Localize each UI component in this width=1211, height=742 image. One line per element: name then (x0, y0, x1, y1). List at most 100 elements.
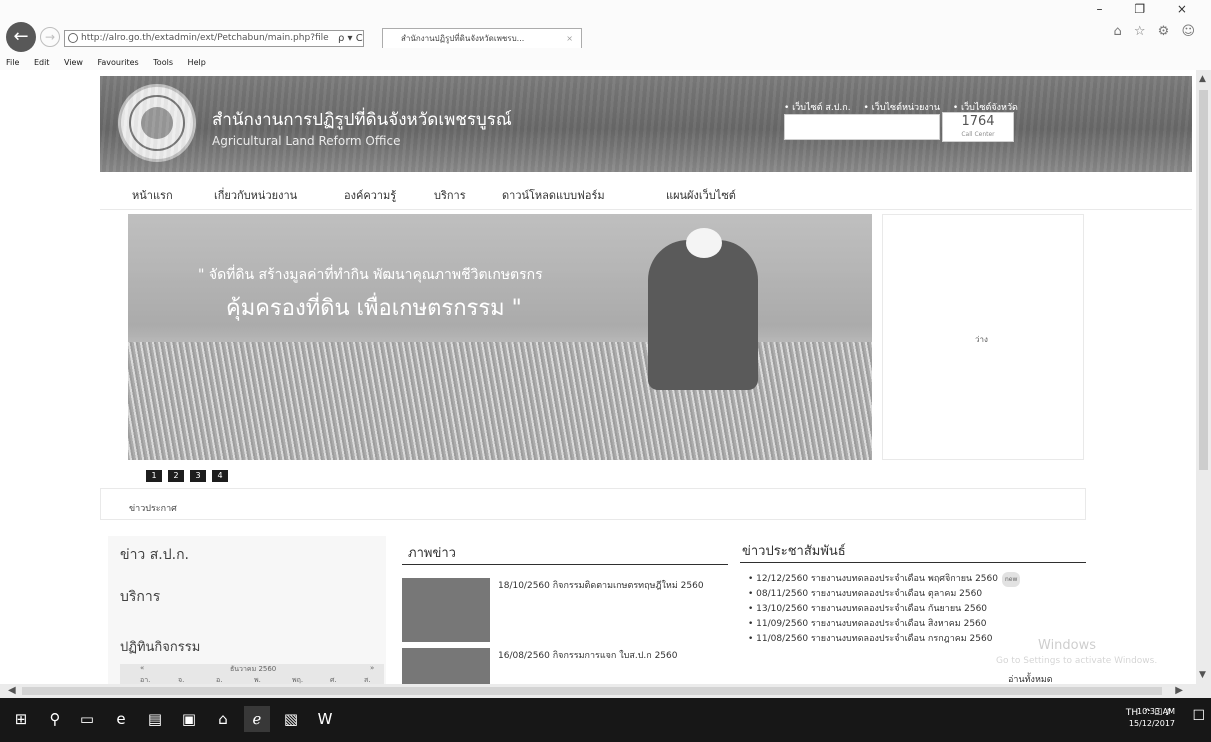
address-bar[interactable]: http://alro.go.th/extadmin/ext/Petchabun… (64, 30, 364, 47)
url-text: http://alro.go.th/extadmin/ext/Petchabun… (81, 33, 329, 43)
menu-bar: File Edit View Favourites Tools Help (0, 56, 1211, 70)
pr-item[interactable]: 08/11/2560 รายงานงบทดลองประจำเดือน ตุลาค… (748, 587, 1020, 602)
tab-close-button[interactable]: × (566, 29, 573, 48)
alro-seal-logo[interactable] (118, 84, 196, 162)
forward-button[interactable]: → (40, 27, 60, 47)
pr-item-text: 13/10/2560 รายงานงบทดลองประจำเดือน กันยา… (756, 604, 988, 614)
wheat-field-image (128, 342, 872, 460)
nav-services[interactable]: บริการ (434, 186, 466, 204)
calendar-day-fri: ศ. (330, 676, 337, 684)
left-column: ข่าว ส.ป.ก. บริการ ปฏิทินกิจกรรม « ธันวา… (108, 536, 386, 684)
clock-date: 15/12/2017 (1128, 719, 1175, 728)
news-thumb-1[interactable] (402, 578, 490, 642)
vertical-scroll-thumb[interactable] (1199, 90, 1208, 470)
news-thumb-2[interactable] (402, 648, 490, 684)
scroll-left-icon[interactable]: ◀ (8, 684, 16, 698)
pr-item-text: 11/09/2560 รายงานงบทดลองประจำเดือน สิงหา… (756, 619, 987, 629)
nav-home[interactable]: หน้าแรก (132, 186, 173, 204)
calendar-title: ปฏิทินกิจกรรม (120, 640, 201, 655)
scroll-down-icon[interactable]: ▼ (1199, 670, 1206, 680)
scroll-right-icon[interactable]: ▶ (1175, 684, 1183, 698)
link-services[interactable]: บริการ (120, 586, 160, 608)
pr-item[interactable]: 11/08/2560 รายงานงบทดลองประจำเดือน กรกฎา… (748, 632, 1020, 647)
scroll-up-icon[interactable]: ▲ (1199, 74, 1206, 84)
task-view-icon[interactable]: ▭ (74, 706, 100, 732)
new-badge: new (1001, 572, 1021, 587)
word-icon[interactable]: W (312, 706, 338, 732)
pr-item[interactable]: 12/12/2560 รายงานงบทดลองประจำเดือน พฤศจิ… (748, 572, 1021, 587)
powerpoint-icon[interactable]: ▧ (278, 706, 304, 732)
read-all-link[interactable]: อ่านทั้งหมด (1008, 672, 1053, 684)
news-photos-title: ภาพข่าว (408, 546, 456, 561)
nav-download-forms[interactable]: ดาวน์โหลดแบบฟอร์ม (502, 186, 605, 204)
news-item-2[interactable]: 16/08/2560 กิจกรรมการแจก ใบส.ป.ก 2560 (498, 650, 726, 662)
menu-view[interactable]: View (64, 58, 83, 67)
calendar-next-button[interactable]: » (370, 664, 374, 672)
activation-watermark-title: Windows (1038, 638, 1097, 653)
file-explorer-icon[interactable]: ▤ (142, 706, 168, 732)
menu-favourites[interactable]: Favourites (98, 58, 139, 67)
arrow-left-icon: ← (13, 26, 29, 47)
link-alro-website[interactable]: • เว็บไซต์ ส.ป.ก. (784, 103, 851, 113)
seal-core (141, 107, 173, 139)
notification-center-icon[interactable]: ☐ (1192, 708, 1205, 724)
link-agency-website[interactable]: • เว็บไซต์หน่วยงาน (863, 103, 940, 113)
header-search-input[interactable] (784, 114, 940, 140)
internet-explorer-icon[interactable]: ℯ (244, 706, 270, 732)
slider-page-1[interactable]: 1 (146, 470, 162, 482)
calendar-header: « ธันวาคม 2560 » อา. จ. อ. พ. พฤ. ศ. ส. (120, 664, 384, 684)
link-alro-news[interactable]: ข่าว ส.ป.ก. (120, 544, 189, 566)
calendar-month: ธันวาคม 2560 (230, 665, 277, 673)
clock-time: 10:33 AM (1137, 707, 1175, 716)
toolbar-icons[interactable]: ⌂ ☆ ⚙ ☺ (1113, 24, 1199, 39)
news-item-1[interactable]: 18/10/2560 กิจกรรมติดตามเกษตรทฤษฎีใหม่ 2… (498, 580, 726, 592)
slider-page-3[interactable]: 3 (190, 470, 206, 482)
slider-page-2[interactable]: 2 (168, 470, 184, 482)
tab-active[interactable]: สำนักงานปฏิรูปที่ดินจังหวัดเพชรบ... × (382, 28, 582, 48)
site-title-th[interactable]: สำนักงานการปฏิรูปที่ดินจังหวัดเพชรบูรณ์ (212, 106, 512, 133)
pr-title-rule (740, 562, 1086, 563)
menu-edit[interactable]: Edit (34, 58, 50, 67)
side-ad-box: ว่าง (882, 214, 1084, 460)
pr-title: ข่าวประชาสัมพันธ์ (742, 544, 846, 559)
callcenter-badge: 1764 Call Center (942, 112, 1014, 142)
menu-tools[interactable]: Tools (153, 58, 173, 67)
search-icon[interactable]: ⚲ (42, 706, 68, 732)
pr-item[interactable]: 13/10/2560 รายงานงบทดลองประจำเดือน กันยา… (748, 602, 1020, 617)
horizontal-scrollbar[interactable]: ◀ ▶ (0, 684, 1211, 698)
window-controls[interactable]: – ❐ × (1097, 2, 1201, 16)
pr-item-text: 12/12/2560 รายงานงบทดลองประจำเดือน พฤศจิ… (756, 574, 998, 584)
menu-file[interactable]: File (6, 58, 19, 67)
back-button[interactable]: ← (6, 22, 36, 52)
store-icon[interactable]: ⌂ (210, 706, 236, 732)
pr-item-text: 08/11/2560 รายงานงบทดลองประจำเดือน ตุลาค… (756, 589, 983, 599)
side-box-text: ว่าง (975, 335, 988, 344)
pr-item[interactable]: 11/09/2560 รายงานงบทดลองประจำเดือน สิงหา… (748, 617, 1020, 632)
windows-taskbar: ⊞ ⚲ ▭ e ▤ ▣ ⌂ ℯ ▧ W TH ^ ☐ ♪ 10:33 AM 15… (0, 698, 1211, 742)
nav-knowledge[interactable]: องค์ความรู้ (344, 186, 396, 204)
hero-slider[interactable]: " จัดที่ดิน สร้างมูลค่าที่ทำกิน พัฒนาคุณ… (128, 214, 872, 460)
address-tools[interactable]: ρ ▾ C (338, 30, 378, 47)
calendar-prev-button[interactable]: « (140, 664, 144, 672)
callcenter-number: 1764 (961, 114, 995, 129)
slogan-line-1: " จัดที่ดิน สร้างมูลค่าที่ทำกิน พัฒนาคุณ… (198, 267, 543, 283)
horizontal-scroll-thumb[interactable] (22, 687, 1162, 695)
arrow-right-icon: → (44, 30, 56, 44)
windows-start-icon[interactable]: ⊞ (8, 706, 34, 732)
menu-help[interactable]: Help (188, 58, 206, 67)
edge-icon[interactable]: e (108, 706, 134, 732)
photos-icon[interactable]: ▣ (176, 706, 202, 732)
site-title-en: Agricultural Land Reform Office (212, 134, 401, 148)
calendar-day-tue: อ. (216, 676, 223, 684)
announcement-bar: ข่าวประกาศ (100, 488, 1086, 520)
nav-about[interactable]: เกี่ยวกับหน่วยงาน (214, 186, 297, 204)
nav-sitemap[interactable]: แผนผังเว็บไซต์ (666, 186, 736, 204)
activation-watermark-text: Go to Settings to activate Windows. (996, 656, 1158, 666)
calendar-day-mon: จ. (178, 676, 185, 684)
calendar-day-sat: ส. (364, 676, 371, 684)
vertical-scrollbar[interactable]: ▲ ▼ (1196, 70, 1211, 684)
clock[interactable]: 10:33 AM 15/12/2017 (1129, 706, 1175, 730)
announcement-label[interactable]: ข่าวประกาศ (129, 501, 177, 515)
pr-list: 12/12/2560 รายงานงบทดลองประจำเดือน พฤศจิ… (748, 572, 1021, 647)
slider-page-4[interactable]: 4 (212, 470, 228, 482)
